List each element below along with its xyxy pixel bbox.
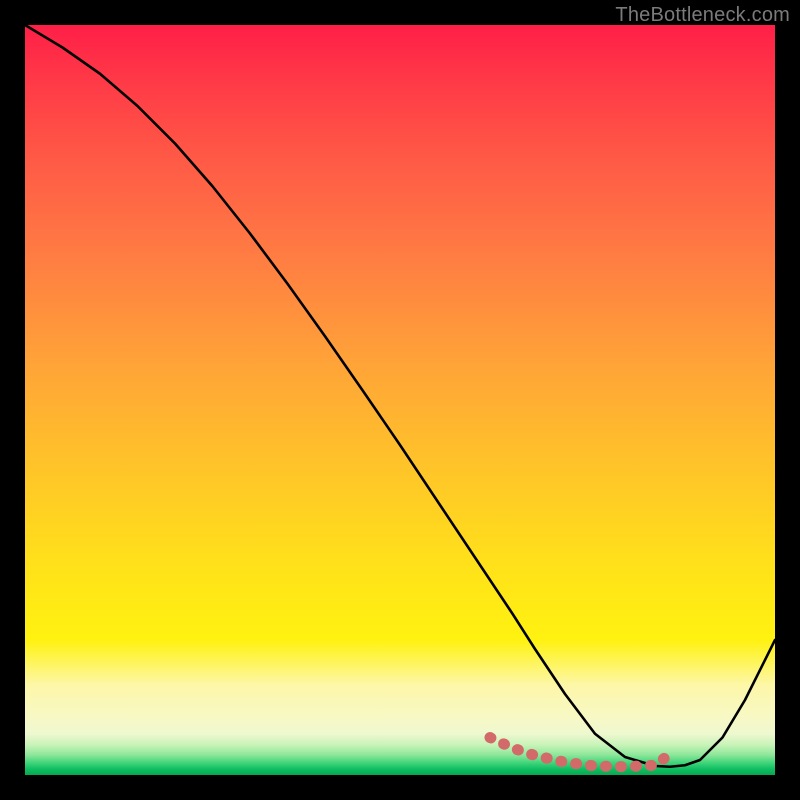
- bottleneck-curve-path: [25, 25, 775, 767]
- chart-stage: TheBottleneck.com: [0, 0, 800, 800]
- attribution-label: TheBottleneck.com: [615, 4, 790, 27]
- curve-overlay: [25, 25, 775, 775]
- plot-area: [25, 25, 775, 775]
